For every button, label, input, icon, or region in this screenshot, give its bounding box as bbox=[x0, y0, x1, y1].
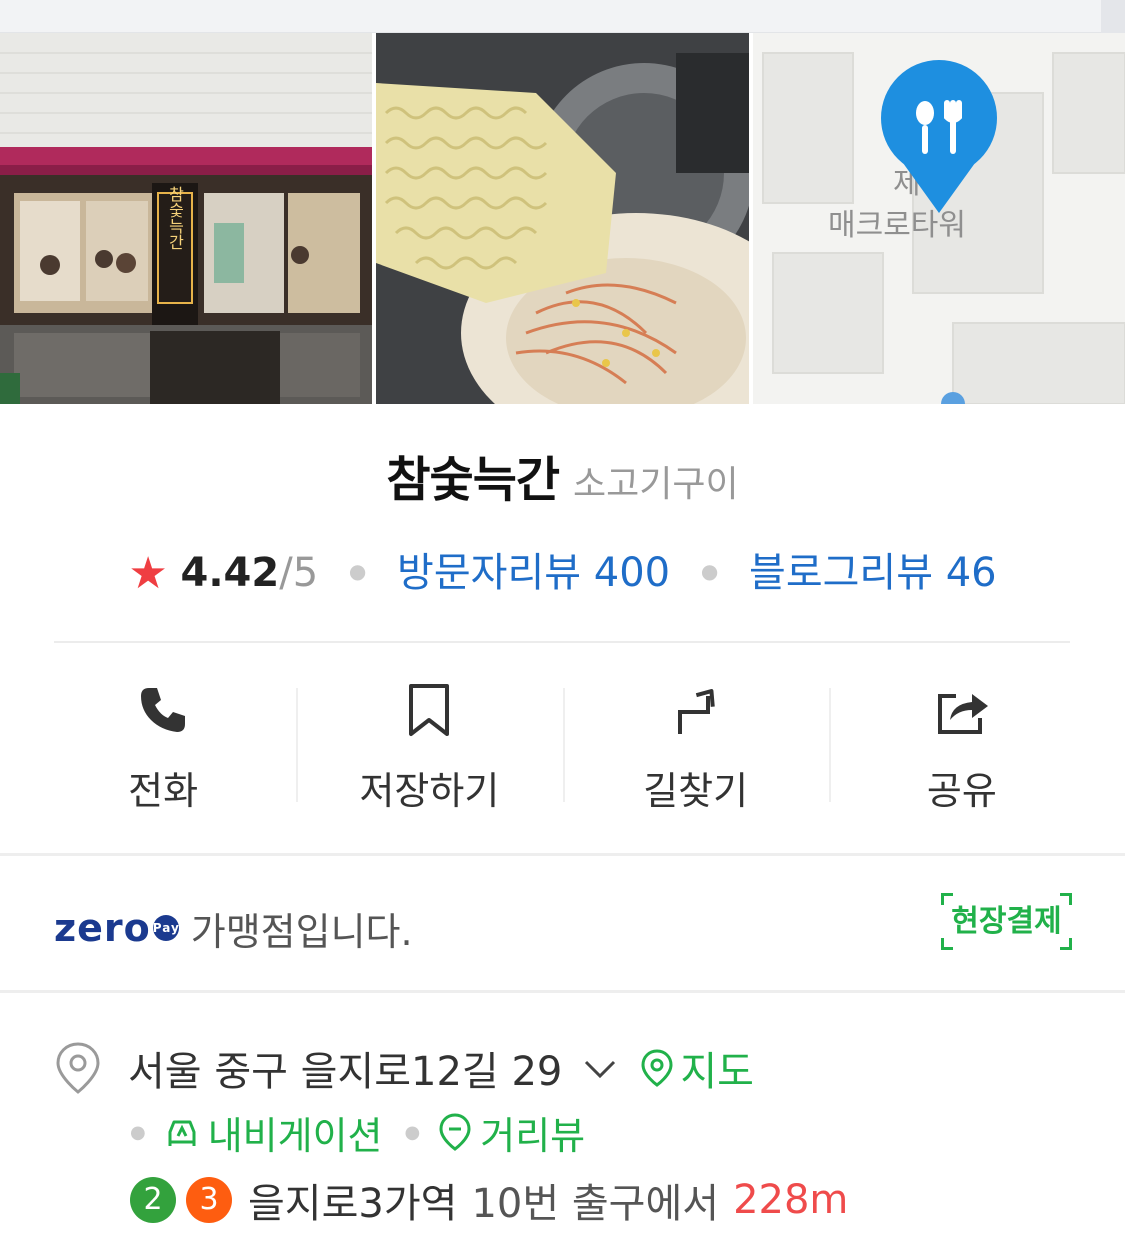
section-divider bbox=[0, 990, 1125, 993]
rating-max: /5 bbox=[279, 550, 319, 596]
chevron-down-icon[interactable] bbox=[582, 1056, 618, 1080]
location-pin-icon bbox=[56, 1042, 100, 1094]
station-exit: 10번 출구에서 bbox=[471, 1181, 720, 1227]
station-distance: 228m bbox=[733, 1177, 849, 1223]
blog-reviews-link[interactable]: 블로그리뷰 46 bbox=[749, 550, 997, 596]
map-pin-icon bbox=[641, 1049, 673, 1087]
sign-text: 참숯늑간 bbox=[166, 186, 185, 250]
place-header: 참숯늑간 소고기구이 bbox=[0, 440, 1125, 510]
share-icon bbox=[937, 694, 988, 734]
place-name: 참숯늑간 bbox=[386, 452, 560, 508]
rating-score: 4.42 bbox=[180, 550, 280, 596]
call-label: 전화 bbox=[128, 769, 199, 813]
station-name: 을지로3가역 bbox=[248, 1181, 458, 1227]
food-photo[interactable] bbox=[376, 33, 749, 404]
share-label: 공유 bbox=[926, 769, 997, 813]
phone-icon bbox=[141, 688, 186, 732]
save-button[interactable]: 저장하기 bbox=[296, 670, 562, 813]
zeropay-logo: zero Pay bbox=[54, 906, 180, 950]
share-button[interactable]: 공유 bbox=[828, 670, 1095, 813]
section-divider bbox=[0, 853, 1125, 856]
streetview-link[interactable]: 거리뷰 bbox=[438, 1105, 585, 1160]
separator-dot: ● bbox=[404, 1121, 421, 1143]
star-icon: ★ bbox=[128, 548, 168, 599]
map-thumbnail[interactable]: 제 매크로타워 bbox=[753, 33, 1125, 404]
action-bar: 전화 저장하기 길찾기 공유 bbox=[30, 670, 1095, 813]
separator-dot: ● bbox=[130, 1121, 146, 1143]
divider bbox=[54, 641, 1070, 643]
zeropay-row: zero Pay 가맹점입니다. bbox=[54, 898, 413, 958]
subway-line-badge: 2 bbox=[130, 1177, 176, 1223]
directions-button[interactable]: 길찾기 bbox=[562, 670, 829, 813]
car-icon bbox=[168, 1120, 196, 1146]
bookmark-icon bbox=[409, 684, 450, 736]
call-button[interactable]: 전화 bbox=[30, 670, 296, 813]
map-label: 매크로타워 bbox=[828, 208, 966, 243]
map-link[interactable]: 지도 bbox=[640, 1039, 754, 1097]
address-section: 서울 중구 을지로12길 29 지도 ● 내비게이션 ● 거리뷰 2 3 을지로… bbox=[54, 1038, 1104, 1230]
separator-dot: ● bbox=[700, 559, 719, 583]
navigation-link[interactable]: 내비게이션 bbox=[164, 1105, 383, 1160]
onsite-payment-badge: 현장결제 bbox=[941, 893, 1072, 950]
scrollbar[interactable] bbox=[1101, 0, 1125, 33]
subway-line-badge: 3 bbox=[186, 1177, 232, 1223]
place-category: 소고기구이 bbox=[573, 464, 739, 505]
photo-gallery: 참숯늑간 제 매크로타워 bbox=[0, 33, 1125, 404]
top-bar bbox=[0, 0, 1125, 33]
directions-icon bbox=[677, 689, 715, 734]
visitor-reviews-link[interactable]: 방문자리뷰 400 bbox=[397, 550, 670, 596]
rating-row: ★ 4.42/5 ● 방문자리뷰 400 ● 블로그리뷰 46 bbox=[0, 540, 1125, 599]
directions-label: 길찾기 bbox=[643, 769, 749, 813]
address-text: 서울 중구 을지로12길 29 bbox=[128, 1049, 563, 1095]
save-label: 저장하기 bbox=[359, 769, 500, 813]
streetview-icon bbox=[439, 1113, 471, 1151]
storefront-photo[interactable]: 참숯늑간 bbox=[0, 33, 372, 404]
zeropay-text: 가맹점입니다. bbox=[190, 909, 413, 954]
separator-dot: ● bbox=[348, 559, 367, 583]
